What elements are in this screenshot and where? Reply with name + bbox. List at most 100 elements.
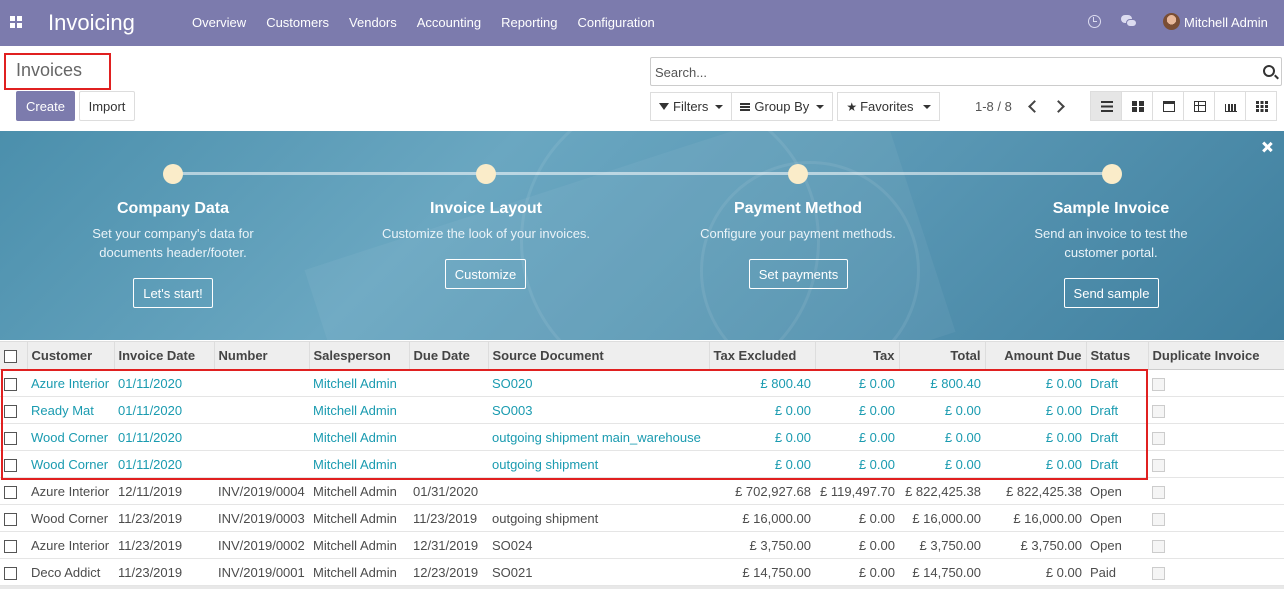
cell-invoice-date[interactable]: 01/11/2020 <box>114 396 214 424</box>
pager-value[interactable]: 1-8 / 8 <box>975 99 1012 114</box>
cell-status[interactable]: Draft <box>1086 369 1148 397</box>
cell-number[interactable] <box>214 369 309 397</box>
cell-total[interactable]: £ 800.40 <box>899 369 985 397</box>
cell-tax[interactable]: £ 0.00 <box>815 531 899 559</box>
graph-view-icon[interactable] <box>1214 91 1246 121</box>
cell-invoice-date[interactable]: 11/23/2019 <box>114 504 214 532</box>
cell-status[interactable]: Draft <box>1086 423 1148 451</box>
cell-status[interactable]: Paid <box>1086 558 1148 586</box>
cell-salesperson[interactable]: Mitchell Admin <box>309 423 409 451</box>
column-header[interactable]: Number <box>213 341 309 370</box>
cell-amount-due[interactable]: £ 16,000.00 <box>985 504 1086 532</box>
column-header[interactable]: Amount Due <box>984 341 1086 370</box>
cell-invoice-date[interactable]: 01/11/2020 <box>114 423 214 451</box>
cell-due-date[interactable] <box>409 396 488 424</box>
cell-salesperson[interactable]: Mitchell Admin <box>309 558 409 586</box>
cell-customer[interactable]: Azure Interior <box>27 477 114 505</box>
cell-tax-excluded[interactable]: £ 0.00 <box>709 396 815 424</box>
menu-reporting[interactable]: Reporting <box>491 0 567 46</box>
table-row[interactable]: Azure Interior 01/11/2020 Mitchell Admin… <box>0 369 1284 397</box>
cell-salesperson[interactable]: Mitchell Admin <box>309 531 409 559</box>
column-header[interactable]: Salesperson <box>308 341 409 370</box>
cell-tax[interactable]: £ 0.00 <box>815 504 899 532</box>
cell-due-date[interactable]: 01/31/2020 <box>409 477 488 505</box>
row-checkbox-cell[interactable] <box>0 423 27 451</box>
customize-button[interactable]: Customize <box>445 259 526 289</box>
cell-due-date[interactable]: 12/31/2019 <box>409 531 488 559</box>
menu-accounting[interactable]: Accounting <box>407 0 491 46</box>
cell-tax-excluded[interactable]: £ 800.40 <box>709 369 815 397</box>
table-row[interactable]: Deco Addict 11/23/2019 INV/2019/0001 Mit… <box>0 558 1284 586</box>
cell-status[interactable]: Draft <box>1086 396 1148 424</box>
lets-start-button[interactable]: Let's start! <box>133 278 213 308</box>
checkbox[interactable] <box>4 377 17 391</box>
cell-number[interactable] <box>214 423 309 451</box>
cell-tax[interactable]: £ 0.00 <box>815 423 899 451</box>
import-button[interactable]: Import <box>79 91 135 121</box>
cell-number[interactable] <box>214 450 309 478</box>
menu-overview[interactable]: Overview <box>182 0 256 46</box>
favorites-button[interactable]: ★ Favorites <box>837 92 940 121</box>
cell-due-date[interactable]: 11/23/2019 <box>409 504 488 532</box>
checkbox[interactable] <box>4 566 17 580</box>
chevron-right-icon[interactable] <box>1052 98 1068 114</box>
search-icon[interactable] <box>1263 65 1275 77</box>
row-checkbox-cell[interactable] <box>0 450 27 478</box>
kanban-view-icon[interactable] <box>1121 91 1153 121</box>
checkbox[interactable] <box>4 350 17 364</box>
pivot-view-icon[interactable] <box>1183 91 1215 121</box>
cell-number[interactable]: INV/2019/0004 <box>214 477 309 505</box>
chevron-left-icon[interactable] <box>1025 98 1041 114</box>
menu-configuration[interactable]: Configuration <box>567 0 664 46</box>
create-button[interactable]: Create <box>16 91 75 121</box>
cell-tax[interactable]: £ 119,497.70 <box>815 477 899 505</box>
apps-icon[interactable] <box>10 16 23 29</box>
cell-source-document[interactable]: SO020 <box>488 369 709 397</box>
row-checkbox-cell[interactable] <box>0 369 27 397</box>
cell-total[interactable]: £ 16,000.00 <box>899 504 985 532</box>
cell-invoice-date[interactable]: 11/23/2019 <box>114 531 214 559</box>
cell-customer[interactable]: Wood Corner <box>27 423 114 451</box>
column-header[interactable]: Tax Excluded <box>708 341 815 370</box>
checkbox[interactable] <box>4 539 17 553</box>
calendar-view-icon[interactable] <box>1152 91 1184 121</box>
cell-source-document[interactable]: SO021 <box>488 558 709 586</box>
cell-amount-due[interactable]: £ 0.00 <box>985 450 1086 478</box>
cell-salesperson[interactable]: Mitchell Admin <box>309 369 409 397</box>
cell-status[interactable]: Open <box>1086 504 1148 532</box>
checkbox[interactable] <box>4 404 17 418</box>
cell-total[interactable]: £ 822,425.38 <box>899 477 985 505</box>
chat-icon[interactable] <box>1121 15 1137 28</box>
checkbox[interactable] <box>4 458 17 472</box>
column-header[interactable]: Source Document <box>487 341 709 370</box>
cell-total[interactable]: £ 0.00 <box>899 423 985 451</box>
cell-tax-excluded[interactable]: £ 3,750.00 <box>709 531 815 559</box>
cell-tax-excluded[interactable]: £ 702,927.68 <box>709 477 815 505</box>
cell-customer[interactable]: Azure Interior <box>27 531 114 559</box>
cell-source-document[interactable]: SO024 <box>488 531 709 559</box>
cell-invoice-date[interactable]: 12/11/2019 <box>114 477 214 505</box>
table-row[interactable]: Azure Interior 11/23/2019 INV/2019/0002 … <box>0 531 1284 559</box>
row-checkbox-cell[interactable] <box>0 477 27 505</box>
column-header[interactable]: Total <box>898 341 985 370</box>
cell-source-document[interactable]: outgoing shipment <box>488 504 709 532</box>
cell-amount-due[interactable]: £ 0.00 <box>985 558 1086 586</box>
cell-tax[interactable]: £ 0.00 <box>815 558 899 586</box>
cell-source-document[interactable]: outgoing shipment <box>488 450 709 478</box>
cell-total[interactable]: £ 0.00 <box>899 450 985 478</box>
cell-source-document[interactable]: SO003 <box>488 396 709 424</box>
close-icon[interactable] <box>1261 141 1273 153</box>
cell-customer[interactable]: Ready Mat <box>27 396 114 424</box>
cell-salesperson[interactable]: Mitchell Admin <box>309 450 409 478</box>
cell-tax[interactable]: £ 0.00 <box>815 369 899 397</box>
column-header[interactable]: Customer <box>26 341 114 370</box>
cell-number[interactable]: INV/2019/0002 <box>214 531 309 559</box>
cell-number[interactable]: INV/2019/0001 <box>214 558 309 586</box>
cell-number[interactable]: INV/2019/0003 <box>214 504 309 532</box>
cell-total[interactable]: £ 0.00 <box>899 396 985 424</box>
cell-invoice-date[interactable]: 01/11/2020 <box>114 369 214 397</box>
cell-salesperson[interactable]: Mitchell Admin <box>309 504 409 532</box>
cell-amount-due[interactable]: £ 0.00 <box>985 369 1086 397</box>
table-row[interactable]: Wood Corner 11/23/2019 INV/2019/0003 Mit… <box>0 504 1284 532</box>
cell-status[interactable]: Draft <box>1086 450 1148 478</box>
